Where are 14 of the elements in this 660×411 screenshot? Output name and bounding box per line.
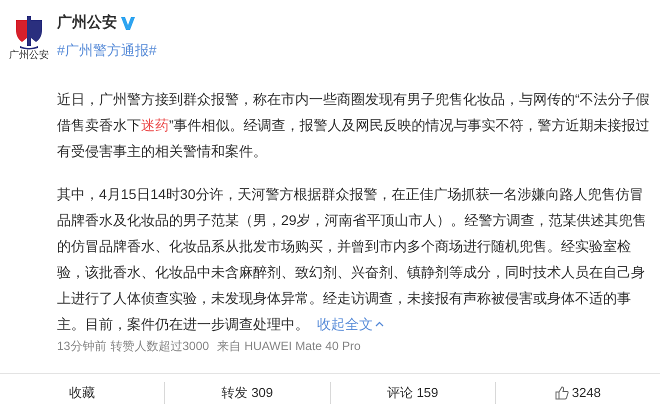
keyword-link[interactable]: 迷药 bbox=[141, 117, 169, 133]
repost-count-note: 转赞人数超过3000 bbox=[110, 338, 210, 355]
repost-button[interactable]: 转发 309 bbox=[222, 382, 274, 402]
favorite-button[interactable]: 收藏 bbox=[69, 382, 96, 402]
post-time: 13分钟前 bbox=[57, 338, 106, 355]
comment-button[interactable]: 评论 159 bbox=[386, 382, 438, 402]
logo-caption: 广州公安 bbox=[9, 51, 49, 61]
like-button[interactable]: 3248 bbox=[554, 382, 601, 402]
post-paragraph: 其中，4月15日14时30分许，天河警方根据群众报警，在正佳广场抓获一名涉嫌向路人兜售仿冒品牌香水及化妆品的男子范某（男，29岁，河南省平顶山市人）。经警方调查，范某供述其兜售的仿冒品牌香水、化妆品系从批发市场购买，并曾到市内多个商场进行随机兜售。经实验室检验，该批香水、化妆品中未含麻醉剂、致幻剂、兴奋剂、镇静剂等成分，同时技术人员在自己身上进行了人体侦查实验，未发现身体异常。经走访调查，未接报有声称被侵害或身体不适的事主。目前，案件仍在进一步调查处理中。 收起全文 bbox=[57, 181, 655, 337]
thumbs-up-icon bbox=[554, 386, 569, 400]
caret-up-icon bbox=[375, 321, 384, 327]
post-source: 来自 HUAWEI Mate 40 Pro bbox=[217, 338, 361, 355]
post-paragraph: 近日，广州警方接到群众报警，称在市内一些商圈发现有男子兜售化妆品，与网传的“不法分子假借售卖香水下迷药”事件相似。经调查，报警人及网民反映的情况与事实不符，警方近期未接报过有受侵害事主的相关警情和案件。 bbox=[57, 90, 651, 161]
account-name[interactable]: 广州公安 bbox=[57, 12, 117, 34]
